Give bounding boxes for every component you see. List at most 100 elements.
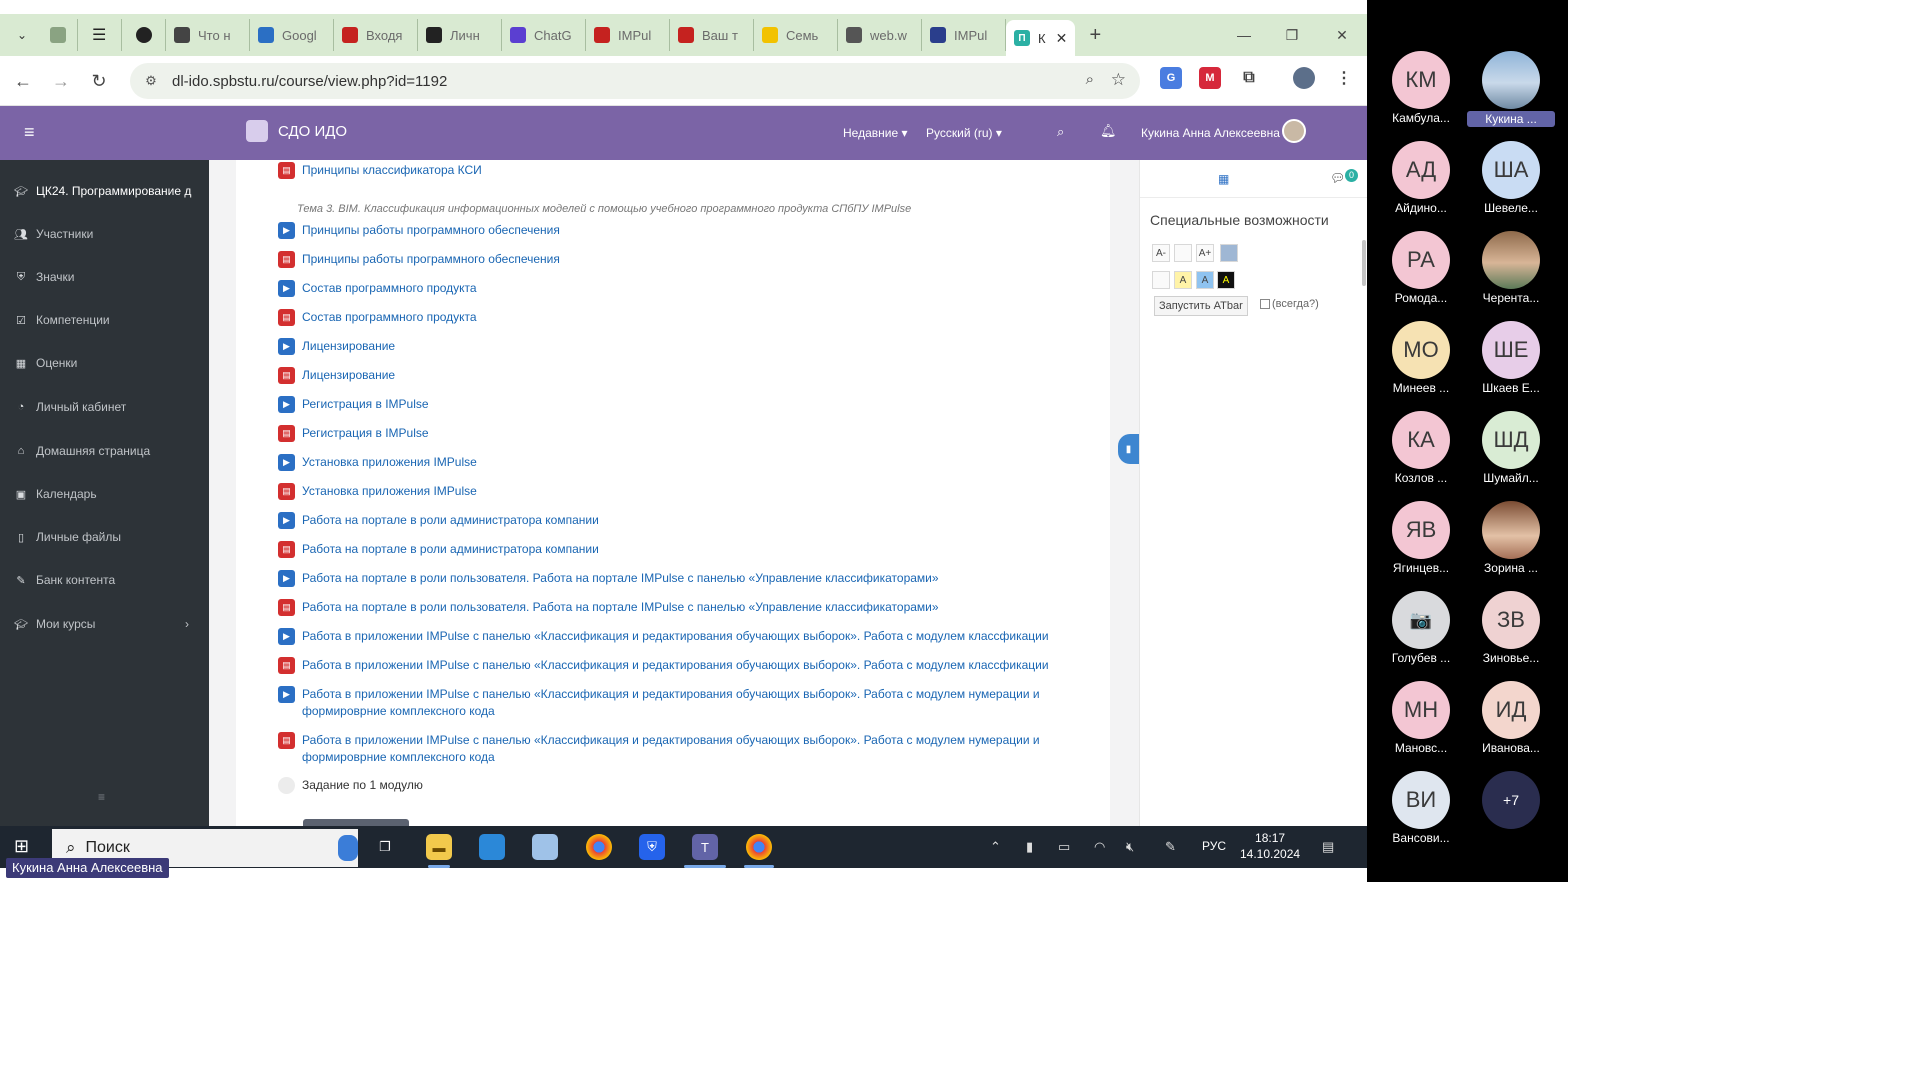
participant-tile[interactable]: ВИ Вансови... [1377, 771, 1465, 845]
restore-icon[interactable]: ❐ [1268, 14, 1316, 56]
participant-tile[interactable]: ИД Иванова... [1467, 681, 1555, 755]
teams-icon[interactable]: T [692, 834, 718, 860]
checkbox[interactable] [1260, 299, 1270, 309]
chat-icon[interactable]: 💬︎ [1330, 171, 1345, 185]
task-view-icon[interactable]: ❐ [372, 834, 398, 860]
puzzle-extensions-icon[interactable]: ⧉ [1238, 67, 1260, 89]
tab-pinned-extension[interactable] [38, 19, 78, 51]
sticky-app-icon[interactable] [479, 834, 505, 860]
url-text[interactable]: dl-ido.spbstu.ru/course/view.php?id=1192 [172, 73, 447, 90]
search-icon[interactable]: ⌕ [1057, 124, 1064, 140]
color-blue-button[interactable]: A [1196, 271, 1214, 289]
browser-tab[interactable]: web.w [838, 19, 922, 51]
participant-tile[interactable]: РА Ромода... [1377, 231, 1465, 305]
participant-tile[interactable]: Кукина ... [1467, 51, 1555, 127]
user-name[interactable]: Кукина Анна Алексеевна [1141, 126, 1280, 140]
sidebar-item[interactable]: ✎ Банк контента [0, 569, 209, 591]
back-icon[interactable]: ← [4, 62, 42, 100]
tab-dark-extension[interactable] [122, 19, 166, 51]
participant-tile[interactable]: МО Минеев ... [1377, 321, 1465, 395]
recent-menu[interactable]: Недавние ▾ [843, 126, 908, 140]
activity-link[interactable]: Задание по 1 модулю [278, 777, 1078, 794]
sidebar-item[interactable]: ⌂ Домашняя страница [0, 440, 209, 462]
hamburger-menu-icon[interactable]: ≡ [24, 122, 35, 143]
browser-tab[interactable]: IMPul [586, 19, 670, 51]
participant-tile[interactable]: КА Козлов ... [1377, 411, 1465, 485]
site-logo[interactable] [246, 120, 268, 142]
activity-link[interactable]: ▤ Принципы классификатора КСИ [278, 162, 1078, 179]
activity-link[interactable]: ▶ Состав программного продукта [278, 280, 1078, 297]
address-bar[interactable]: ⚙ dl-ido.spbstu.ru/course/view.php?id=11… [130, 63, 1140, 99]
participant-tile[interactable]: АД Айдино... [1377, 141, 1465, 215]
profile-avatar-icon[interactable] [1293, 67, 1315, 89]
battery-icon[interactable]: ▭ [1058, 839, 1070, 855]
activity-link[interactable]: ▶ Работа на портале в роли администратора… [278, 512, 1078, 529]
save-settings-icon[interactable] [1220, 244, 1238, 262]
system-clock[interactable]: 18:17 14.10.2024 [1240, 830, 1300, 862]
scrollbar[interactable] [1362, 240, 1366, 286]
wifi-icon[interactable]: ◠ [1094, 839, 1105, 855]
participant-tile[interactable]: Зорина ... [1467, 501, 1555, 575]
tab-active-course[interactable]: Π К ✕ [1006, 20, 1076, 56]
participant-tile[interactable]: +7 [1467, 771, 1555, 829]
participant-tile[interactable]: ШД Шумайл... [1467, 411, 1555, 485]
sidebar-item[interactable]: 🎓︎ Мои курсы › [0, 613, 209, 635]
color-default-button[interactable] [1152, 271, 1170, 289]
sidebar-item[interactable]: ▦ Оценки [0, 352, 209, 374]
always-checkbox[interactable]: (всегда?) [1260, 298, 1319, 310]
activity-link[interactable]: ▤ Работа в приложении IMPulse с панелью «… [278, 657, 1078, 674]
participant-tile[interactable]: МН Мановс... [1377, 681, 1465, 755]
activity-link[interactable]: ▶ Принципы работы программного обеспечени… [278, 222, 1078, 239]
bookmark-star-icon[interactable]: ☆ [1111, 70, 1126, 90]
bell-icon[interactable]: 🔔︎ [1100, 123, 1117, 139]
site-brand[interactable]: СДО ИДО [278, 123, 347, 140]
language-indicator[interactable]: РУС [1202, 839, 1226, 853]
activity-link[interactable]: ▶ Работа в приложении IMPulse с панелью «… [278, 686, 1078, 720]
color-black-button[interactable]: A [1217, 271, 1235, 289]
chrome-icon[interactable] [746, 834, 772, 860]
tray-chevron-icon[interactable]: ⌃ [990, 839, 1001, 855]
activity-link[interactable]: ▤ Установка приложения IMPulse [278, 483, 1078, 500]
browser-tab[interactable]: Что н [166, 19, 250, 51]
site-info-icon[interactable]: ⚙ [140, 73, 162, 89]
activity-link[interactable]: ▤ Лицензирование [278, 367, 1078, 384]
new-tab-button[interactable]: + [1079, 24, 1111, 47]
completion-button[interactable] [303, 819, 409, 826]
activity-link[interactable]: ▤ Работа на портале в роли администратора… [278, 541, 1078, 558]
gallery-app-icon[interactable] [532, 834, 558, 860]
windows-start-icon[interactable]: ⊞ [14, 836, 34, 856]
microphone-icon[interactable]: ▮ [1026, 839, 1033, 855]
volume-muted-icon[interactable]: 🔇︎ [1126, 839, 1134, 855]
participant-tile[interactable]: ШЕ Шкаев Е... [1467, 321, 1555, 395]
sidebar-item[interactable]: 🎓︎ ЦК24. Программирование д [0, 180, 209, 202]
sidebar-item[interactable]: ▣ Календарь [0, 483, 209, 505]
activity-link[interactable]: ▶ Работа в приложении IMPulse с панелью «… [278, 628, 1078, 645]
participant-tile[interactable]: КМ Камбула... [1377, 51, 1465, 125]
participant-tile[interactable]: Черента... [1467, 231, 1555, 305]
sidebar-item[interactable]: 👥︎ Участники [0, 223, 209, 245]
browser-tab[interactable]: Googl [250, 19, 334, 51]
file-explorer-icon[interactable]: ▬ [426, 834, 452, 860]
font-increase-button[interactable]: A+ [1196, 244, 1214, 262]
pen-icon[interactable]: ✎ [1165, 839, 1176, 855]
translate-extension-icon[interactable]: G [1160, 67, 1182, 89]
launch-atbar-button[interactable]: Запустить ATbar [1154, 296, 1248, 316]
forward-icon[interactable]: → [42, 62, 80, 100]
activity-link[interactable]: ▤ Принципы работы программного обеспечени… [278, 251, 1078, 268]
sidebar-item[interactable]: ▯ Личные файлы [0, 526, 209, 548]
activity-link[interactable]: ▶ Установка приложения IMPulse [278, 454, 1078, 471]
sidebar-item[interactable]: ⛨ Значки [0, 266, 209, 288]
font-reset-button[interactable] [1174, 244, 1192, 262]
browser-tab[interactable]: Входя [334, 19, 418, 51]
reload-icon[interactable]: ↻ [80, 62, 118, 100]
browser-tab[interactable]: ChatG [502, 19, 586, 51]
sidebar-item[interactable]: ◔ Личный кабинет [0, 396, 209, 418]
activity-link[interactable]: ▶ Регистрация в IMPulse [278, 396, 1078, 413]
color-yellow-button[interactable]: A [1174, 271, 1192, 289]
zoom-icon[interactable]: ⌕ [1086, 71, 1094, 88]
activity-link[interactable]: ▤ Работа на портале в роли пользователя. … [278, 599, 1078, 616]
tab-menu[interactable]: ☰ [78, 19, 122, 51]
block-drawer-toggle[interactable]: ▮ [1118, 434, 1139, 464]
participant-tile[interactable]: ША Шевеле... [1467, 141, 1555, 215]
grid-icon[interactable]: ▦ [1218, 172, 1229, 186]
